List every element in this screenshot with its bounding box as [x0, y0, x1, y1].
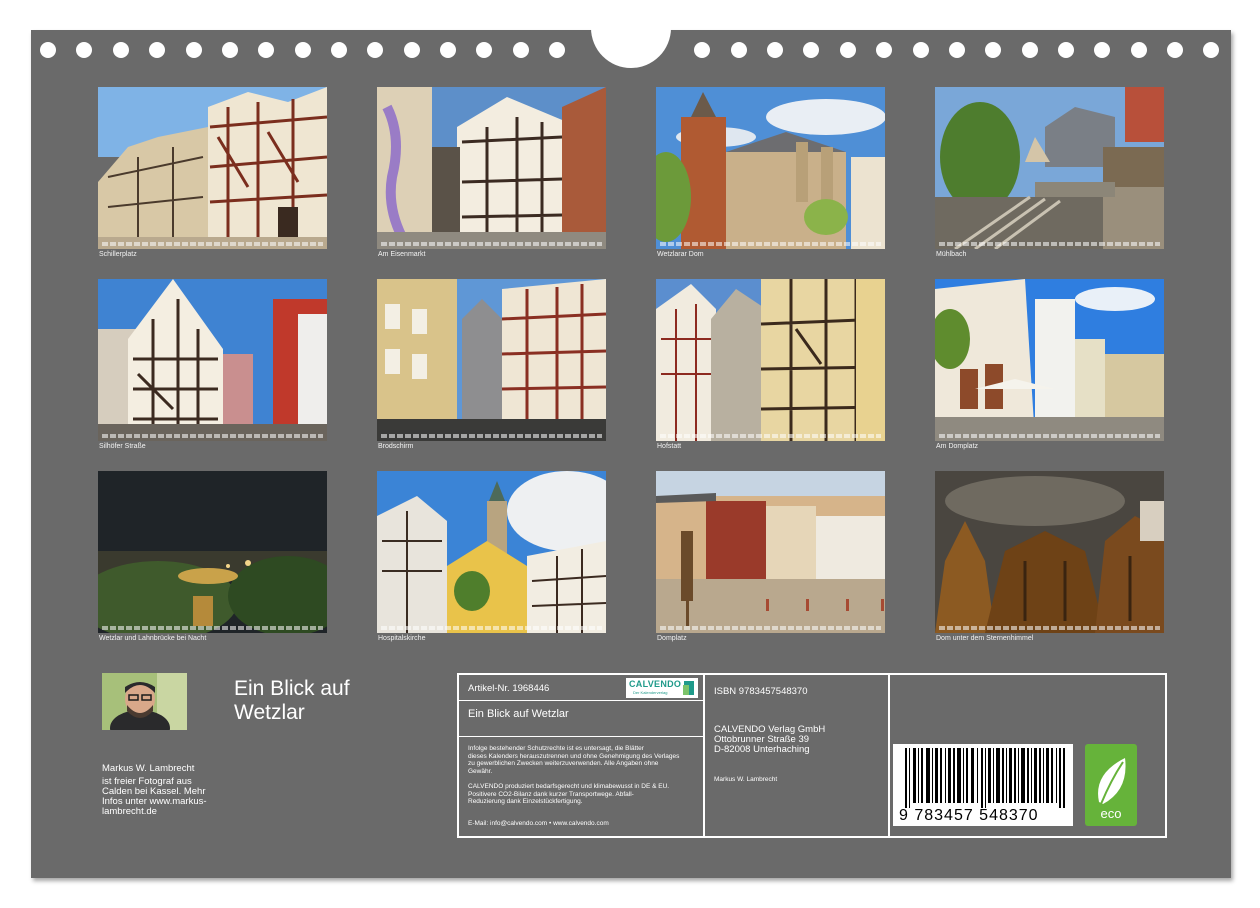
hanger-notch — [591, 28, 671, 68]
divider — [459, 736, 703, 737]
eco-label: eco — [1101, 806, 1122, 821]
photo-am-domplatz — [935, 279, 1164, 441]
divider — [459, 700, 703, 701]
binding-hole — [40, 42, 56, 58]
eco-notice: CALVENDO produziert bedarfsgerecht und k… — [468, 783, 700, 806]
leaf-icon: eco — [1098, 758, 1126, 821]
photo-wetzlarer-dom — [656, 87, 885, 249]
contact-line: E-Mail: info@calvendo.com • www.calvendo… — [468, 820, 609, 827]
binding-hole — [549, 42, 565, 58]
binding-hole — [258, 42, 274, 58]
binding-hole — [949, 42, 965, 58]
photo-caption: Am Eisenmarkt — [378, 251, 426, 258]
legal-line: zu gewerblichen Zwecken weiterzuverwende… — [468, 760, 659, 767]
binding-hole — [694, 42, 710, 58]
photo-caption: Hofstatt — [657, 443, 682, 450]
binding-hole — [513, 42, 529, 58]
publisher-address: CALVENDO Verlag GmbH Ottobrunner Straße … — [714, 725, 825, 755]
barcode-icon — [905, 748, 1065, 808]
photo-caption: Schillerplatz — [99, 251, 137, 258]
calvendo-mark-icon — [683, 685, 689, 695]
binding-hole — [1058, 42, 1074, 58]
binding-hole — [149, 42, 165, 58]
binding-hole — [767, 42, 783, 58]
photo-muehlbach — [935, 87, 1164, 249]
binding-hole — [186, 42, 202, 58]
binding-hole — [440, 42, 456, 58]
calendar-title: Ein Blick auf Wetzlar — [234, 677, 404, 725]
legal-notice: Infolge bestehender Schutzrechte ist es … — [468, 745, 700, 775]
binding-hole — [367, 42, 383, 58]
binding-hole — [803, 42, 819, 58]
photo-domplatz — [656, 471, 885, 633]
legal-line: dieses Kalenders herauszutrennen und ohn… — [468, 752, 680, 760]
article-number: Artikel-Nr. 1968446 — [468, 683, 550, 694]
binding-hole — [1131, 42, 1147, 58]
photo-hospitalskirche — [377, 471, 606, 633]
isbn: ISBN 9783457548370 — [714, 686, 808, 697]
binding-hole — [840, 42, 856, 58]
author-bio: ist freier Fotograf aus Calden bei Kasse… — [102, 777, 220, 817]
eco-line: CALVENDO produziert bedarfsgerecht und k… — [468, 783, 670, 790]
publisher-line: D-82008 Unterhaching — [714, 744, 810, 755]
photo-caption: Hospitalskirche — [378, 635, 426, 642]
calvendo-logo-text: CALVENDO — [629, 679, 682, 689]
photo-dom-sternenhimmel — [935, 471, 1164, 633]
photo-wetzlar-nacht — [98, 471, 327, 633]
binding-hole — [913, 42, 929, 58]
photo-caption: Silhöfer Straße — [99, 443, 146, 450]
photo-am-eisenmarkt — [377, 87, 606, 249]
calendar-title-line: Wetzlar — [234, 701, 305, 724]
photo-caption: Dom unter dem Sternenhimmel — [936, 635, 1034, 642]
binding-hole — [1094, 42, 1110, 58]
calendar-back-page: Schillerplatz Am Eisenmarkt Wetzlarar Do… — [31, 28, 1231, 878]
binding-hole — [876, 42, 892, 58]
divider — [703, 675, 705, 836]
legal-line: Gewähr. — [468, 767, 493, 775]
photo-caption: Mühlbach — [936, 251, 967, 258]
eco-badge: eco — [1085, 744, 1137, 826]
divider — [888, 675, 890, 836]
binding-hole — [1167, 42, 1183, 58]
author-bio-line: lambrecht.de — [102, 806, 157, 817]
binding-hole — [476, 42, 492, 58]
calvendo-logo: CALVENDO Der Kalenderverlag — [626, 678, 698, 698]
binding-hole — [985, 42, 1001, 58]
author-name: Markus W. Lambrecht — [102, 763, 195, 774]
legal-line: Infolge bestehender Schutzrechte ist es … — [468, 745, 644, 752]
calendar-title-line: Ein Blick auf — [234, 677, 350, 700]
eco-line: Positivere CO2-Bilanz dank kurzer Transp… — [468, 790, 634, 798]
photo-caption: Am Domplatz — [936, 443, 979, 450]
binding-hole — [113, 42, 129, 58]
photo-silhoefer-strasse — [98, 279, 327, 441]
photo-hofstatt — [656, 279, 885, 441]
photo-caption: Wetzlar und Lahnbrücke bei Nacht — [99, 635, 207, 642]
imprint-author: Markus W. Lambrecht — [714, 776, 778, 783]
photo-caption: Domplatz — [657, 635, 687, 642]
isbn-barcode: 9 783457 548370 — [893, 744, 1073, 826]
binding-hole — [295, 42, 311, 58]
author-portrait — [102, 673, 187, 730]
photo-schillerplatz — [98, 87, 327, 249]
product-title: Ein Blick auf Wetzlar — [468, 708, 569, 720]
imprint-box: Artikel-Nr. 1968446 CALVENDO Der Kalende… — [457, 673, 1167, 838]
binding-hole — [404, 42, 420, 58]
binding-hole — [76, 42, 92, 58]
barcode-number: 9 783457 548370 — [899, 807, 1039, 824]
binding-hole — [1203, 42, 1219, 58]
binding-hole — [1022, 42, 1038, 58]
binding-hole — [222, 42, 238, 58]
photo-caption: Brodschirm — [378, 443, 414, 450]
calvendo-logo-subtext: Der Kalenderverlag — [633, 690, 668, 695]
binding-hole — [731, 42, 747, 58]
photo-caption: Wetzlarar Dom — [657, 251, 704, 258]
photo-brodschirm — [377, 279, 606, 441]
binding-hole — [331, 42, 347, 58]
eco-line: Reduzierung dank Einzelstückfertigung. — [468, 798, 583, 805]
